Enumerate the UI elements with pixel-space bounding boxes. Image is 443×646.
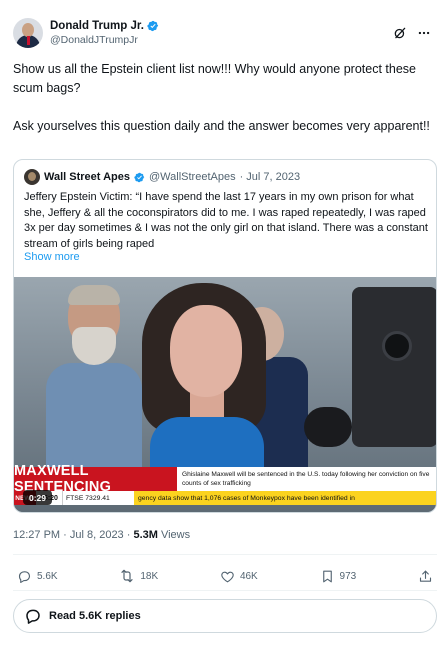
quoted-tweet-header: Wall Street Apes @WallStreetApes · Jul 7… [24,169,300,185]
quoted-tweet[interactable]: Wall Street Apes @WallStreetApes · Jul 7… [13,159,437,513]
chat-bubble-icon [26,609,40,624]
video-player[interactable]: MAXWELL SENTENCING Ghislaine Maxwell wil… [14,277,436,512]
verified-badge-icon [134,172,145,182]
bookmark-count: 973 [339,570,357,582]
news-lower-third: MAXWELL SENTENCING Ghislaine Maxwell wil… [14,463,436,495]
like-icon [221,571,234,582]
reply-icon [18,570,31,583]
ticker-market: FTSE 7329.41 [62,491,134,505]
tweet-timestamp[interactable]: 12:27 PM · Jul 8, 2023 · [13,529,133,541]
news-headline: MAXWELL SENTENCING [14,463,177,495]
reply-count: 5.6K [37,570,58,582]
quoted-tweet-text: Jeffery Epstein Victim: “I have spend th… [24,191,428,250]
news-strap: Ghislaine Maxwell will be sentenced in t… [177,467,436,491]
tweet-paragraph: Ask yourselves this question daily and t… [13,119,430,133]
repost-button[interactable]: 18K [119,568,158,584]
news-ticker: NEWS 16:20 FTSE 7329.41 gency data show … [14,491,436,505]
video-person-left [46,285,142,473]
like-button[interactable]: 46K [220,569,258,584]
views-count: 5.3M [133,529,158,541]
divider [13,590,437,591]
author-handle[interactable]: @DonaldJTrumpJr [50,34,159,46]
author-avatar[interactable] [13,18,43,48]
video-duration: 0:29 [23,490,53,505]
reply-button[interactable]: 5.6K [17,569,58,584]
quoted-date: · Jul 7, 2023 [239,171,301,183]
read-replies-label: Read 5.6K replies [49,610,141,622]
author-display-name[interactable]: Donald Trump Jr. [50,20,144,32]
ticker-news: gency data show that 1,076 cases of Monk… [134,491,436,505]
bookmark-icon [322,570,332,582]
quoted-author-handle: @WallStreetApes [149,171,236,183]
action-bar: 5.6K 18K 46K 973 [13,565,437,587]
tweet-meta: 12:27 PM · Jul 8, 2023 · 5.3M Views [13,529,190,541]
video-speaker [132,277,282,477]
repost-count: 18K [140,570,159,582]
verified-badge-icon [147,20,159,32]
divider [13,554,437,555]
repost-icon [121,569,133,583]
like-count: 46K [239,570,258,582]
share-icon [419,570,432,582]
share-button[interactable] [418,569,433,584]
more-icon[interactable] [417,26,431,40]
quoted-author-name: Wall Street Apes [44,171,130,183]
show-more-link[interactable]: Show more [24,251,80,263]
quoted-author-avatar [24,169,40,185]
tweet-paragraph: Show us all the Epstein client list now!… [13,62,416,95]
tweet-header: Donald Trump Jr. @DonaldJTrumpJr [13,16,431,50]
grok-icon[interactable] [393,26,407,40]
tweet-text: Show us all the Epstein client list now!… [13,60,433,136]
bookmark-button[interactable]: 973 [320,569,357,584]
read-replies-button[interactable]: Read 5.6K replies [13,599,437,633]
author-names: Donald Trump Jr. @DonaldJTrumpJr [50,20,159,46]
video-microphone [304,407,352,447]
views-label: Views [157,529,191,541]
video-camera [352,287,436,447]
